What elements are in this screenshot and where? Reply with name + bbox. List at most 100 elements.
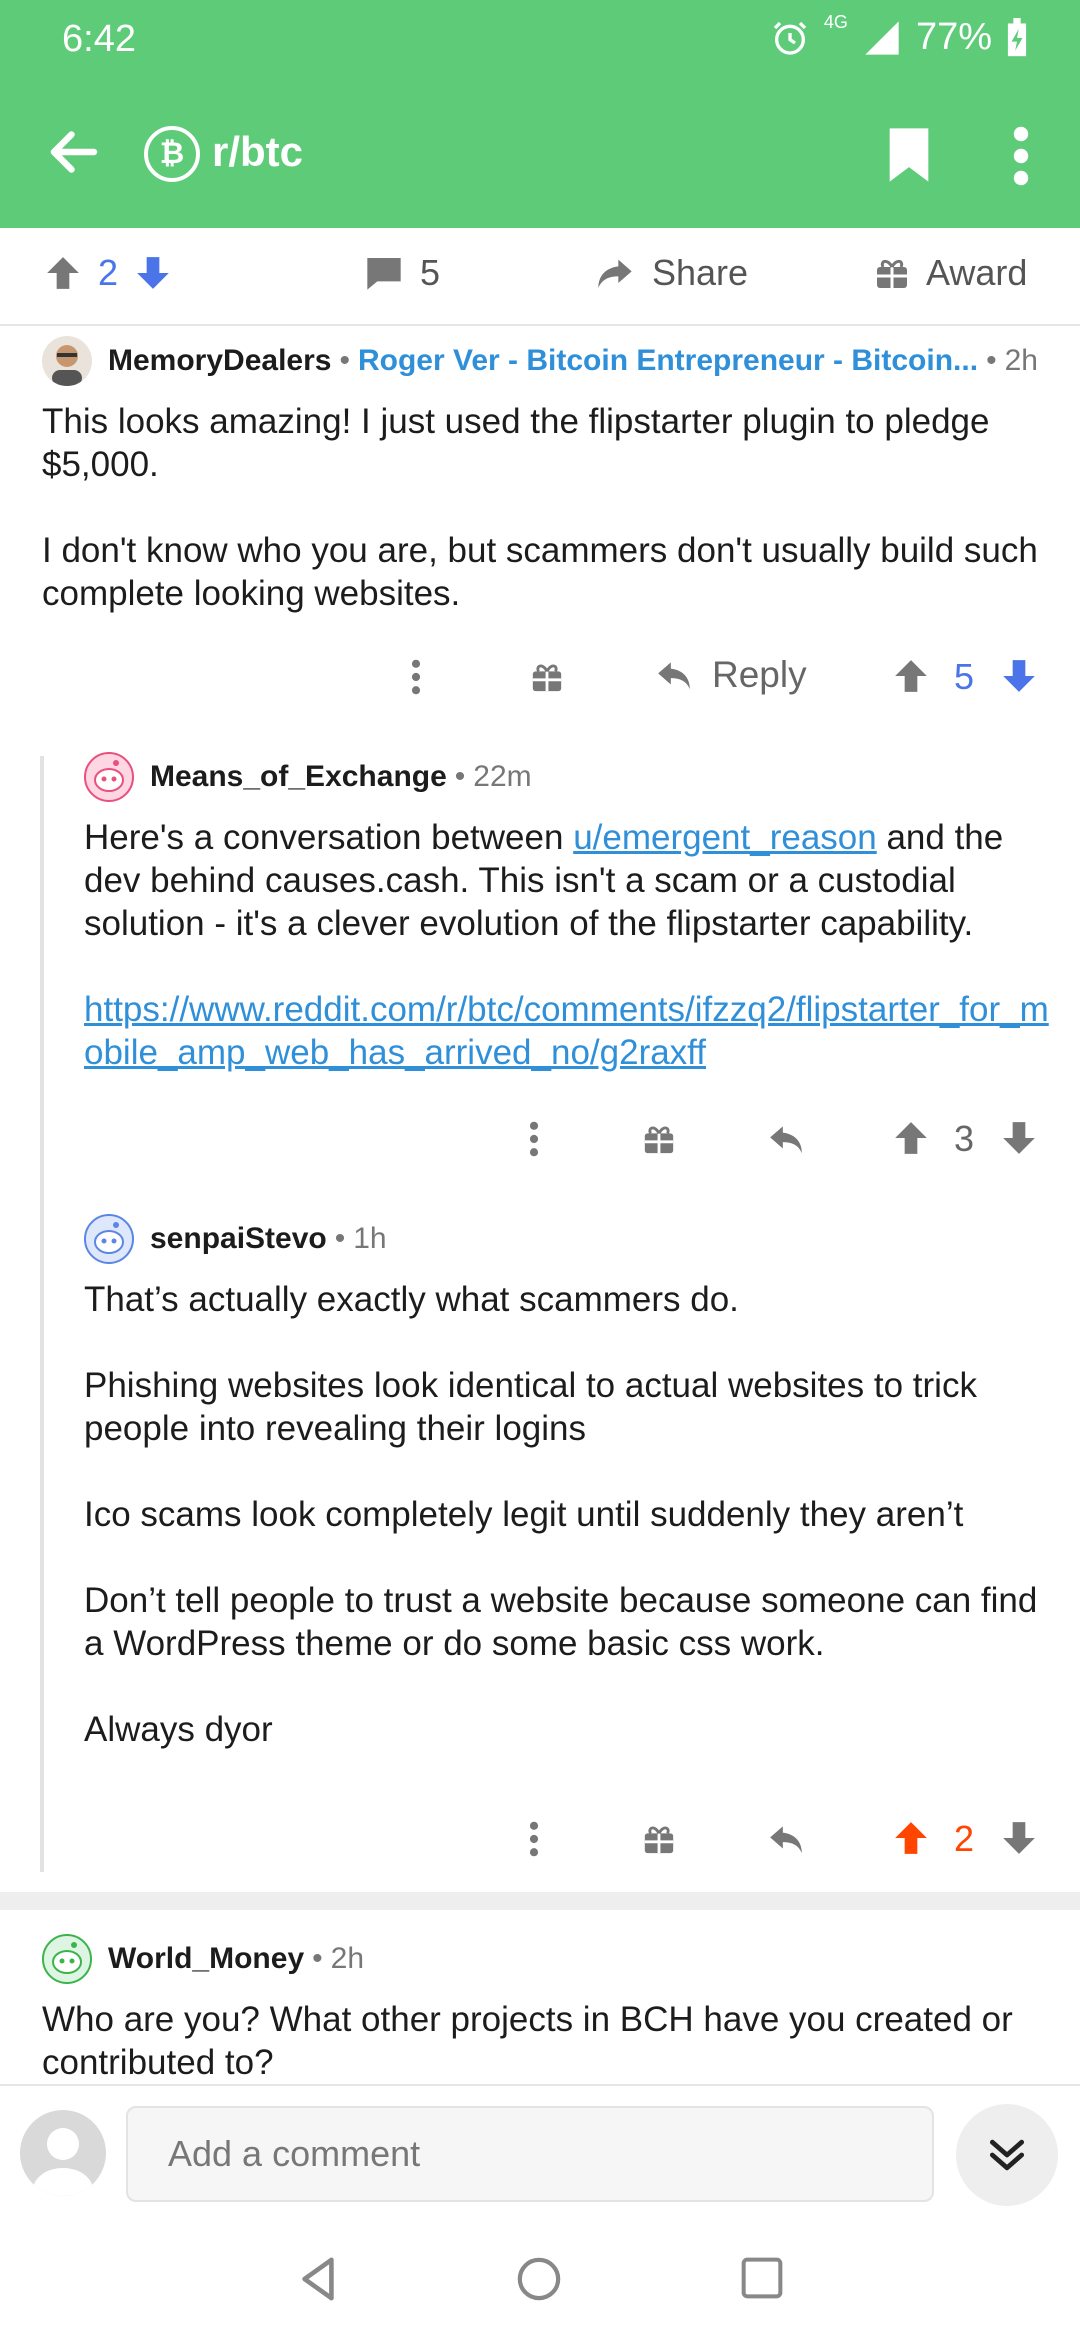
collapse-comments-button[interactable] <box>956 2104 1058 2206</box>
comment-paragraph: I don't know who you are, but scammers d… <box>42 531 1038 613</box>
downvote-icon[interactable] <box>134 253 172 293</box>
add-comment-input[interactable]: Add a comment <box>126 2106 934 2202</box>
user-flair: Roger Ver - Bitcoin Entrepreneur - Bitco… <box>357 344 979 377</box>
thread-line[interactable] <box>40 756 44 1872</box>
comment-actions: 2 <box>0 1812 1080 1866</box>
comment-paragraph: Don’t tell people to trust a website bec… <box>84 1581 1038 1663</box>
snoo-avatar-icon <box>52 1942 82 1974</box>
upvote-icon[interactable] <box>44 253 82 293</box>
upvote-icon[interactable] <box>892 656 930 696</box>
comment-score: 2 <box>954 1818 975 1859</box>
post-score: 2 <box>98 252 119 293</box>
comment-paragraph: Here's a conversation between u/emergent… <box>84 818 1004 943</box>
downvote-icon[interactable] <box>1000 1118 1038 1158</box>
award-button[interactable]: Award <box>874 252 1027 294</box>
comment-meta: MemoryDealers • Roger Ver - Bitcoin Entr… <box>42 336 1052 386</box>
reply-arrow-icon[interactable] <box>766 1820 806 1858</box>
avatar[interactable] <box>84 1214 134 1264</box>
more-options-icon[interactable] <box>528 1120 540 1158</box>
comment-senpaistevo: senpaiStevo • 1h That’s actually exactly… <box>84 1214 1064 1751</box>
share-arrow-icon <box>598 259 632 288</box>
comment-author[interactable]: World_Money <box>108 1942 304 1976</box>
comment-paragraph: Always dyor <box>84 1710 273 1749</box>
comments-count-button[interactable]: 5 <box>364 252 440 294</box>
comment-paragraph: Ico scams look completely legit until su… <box>84 1495 964 1534</box>
battery-charging-icon <box>1007 17 1027 56</box>
comment-author[interactable]: senpaiStevo <box>150 1222 327 1256</box>
avatar[interactable] <box>84 752 134 802</box>
reddit-url-link[interactable]: https://www.reddit.com/r/btc/comments/if… <box>84 990 1049 1072</box>
gift-icon <box>877 259 907 288</box>
more-options-icon[interactable] <box>410 658 422 696</box>
comment-age: 1h <box>353 1222 387 1255</box>
system-nav-bar <box>0 2214 1080 2340</box>
comment-means-of-exchange: Means_of_Exchange • 22m Here's a convers… <box>84 752 1064 1074</box>
bookmark-icon[interactable] <box>884 126 934 184</box>
current-user-avatar[interactable] <box>20 2110 106 2196</box>
user-photo-icon <box>52 345 82 386</box>
downvote-icon[interactable] <box>1000 656 1038 696</box>
comment-actions: Reply 5 <box>0 650 1080 704</box>
nav-recents-icon[interactable] <box>740 2256 784 2300</box>
reply-arrow-icon[interactable] <box>766 1120 806 1158</box>
bitcoin-cash-icon[interactable]: ₿ <box>144 126 200 182</box>
status-right: 4G 77% <box>770 12 1028 59</box>
gift-icon[interactable] <box>642 1820 676 1858</box>
avatar[interactable] <box>42 336 92 386</box>
comment-score: 3 <box>954 1118 975 1159</box>
comments-count: 5 <box>420 252 441 293</box>
status-time: 6:42 <box>62 18 136 60</box>
comment-paragraph: Phishing websites look identical to actu… <box>84 1366 977 1448</box>
gift-icon[interactable] <box>642 1120 676 1158</box>
signal-icon <box>865 20 899 55</box>
downvote-icon[interactable] <box>1000 1818 1038 1858</box>
comment-bubble-icon <box>367 258 401 290</box>
comment-meta: Means_of_Exchange • 22m <box>84 752 1064 802</box>
snoo-avatar-icon <box>94 1222 124 1254</box>
network-type: 4G <box>823 12 848 32</box>
comment-paragraph: This looks amazing! I just used the flip… <box>42 402 990 484</box>
double-chevron-down-icon <box>989 2139 1025 2171</box>
comment-paragraph: https://www.reddit.com/r/btc/comments/if… <box>84 988 1064 1074</box>
comment-score: 5 <box>954 656 975 697</box>
reply-arrow-icon <box>658 662 690 690</box>
reply-label: Reply <box>712 654 807 695</box>
comment-author[interactable]: MemoryDealers <box>108 344 331 378</box>
user-link[interactable]: u/emergent_reason <box>573 818 877 857</box>
more-options-icon[interactable] <box>1006 126 1036 186</box>
reply-button[interactable]: Reply <box>654 654 807 696</box>
back-arrow-icon[interactable] <box>44 122 104 182</box>
status-bar: 6:42 4G 77% <box>0 0 1080 80</box>
top-bar: 6:42 4G 77% ₿ r/btc <box>0 0 1080 228</box>
comment-meta: World_Money • 2h <box>42 1934 1052 1984</box>
comment-body: That’s actually exactly what scammers do… <box>84 1278 1064 1751</box>
gift-icon[interactable] <box>530 658 564 696</box>
battery-percent: 77% <box>915 16 992 58</box>
snoo-avatar-icon <box>94 760 124 792</box>
comment-body: Here's a conversation between u/emergent… <box>84 816 1064 1074</box>
comment-age: 2h <box>1004 344 1038 377</box>
comment-age: 2h <box>330 1942 365 1975</box>
subreddit-name[interactable]: r/btc <box>212 128 303 176</box>
nav-home-icon[interactable] <box>516 2256 562 2302</box>
nav-back-icon[interactable] <box>298 2256 338 2302</box>
comment-memorydealers: MemoryDealers • Roger Ver - Bitcoin Entr… <box>42 336 1052 615</box>
comment-body: Who are you? What other projects in BCH … <box>42 1998 1052 2084</box>
comment-paragraph: Who are you? What other projects in BCH … <box>42 2000 1013 2082</box>
post-action-bar: 2 5 Share Award <box>0 228 1080 326</box>
avatar[interactable] <box>42 1934 92 1984</box>
comment-actions: 3 <box>0 1112 1080 1166</box>
share-button[interactable]: Share <box>594 252 748 294</box>
thread-separator <box>0 1892 1080 1910</box>
comment-paragraph: That’s actually exactly what scammers do… <box>84 1280 739 1319</box>
comment-meta: senpaiStevo • 1h <box>84 1214 1064 1264</box>
comment-body: This looks amazing! I just used the flip… <box>42 400 1052 615</box>
comment-composer: Add a comment <box>0 2084 1080 2214</box>
alarm-icon <box>773 21 807 55</box>
post-vote-group: 2 <box>44 252 172 294</box>
more-options-icon[interactable] <box>528 1820 540 1858</box>
upvote-icon[interactable] <box>892 1118 930 1158</box>
comment-author[interactable]: Means_of_Exchange <box>150 760 447 794</box>
comment-world-money: World_Money • 2h Who are you? What other… <box>42 1934 1052 2084</box>
upvote-icon[interactable] <box>892 1818 930 1858</box>
